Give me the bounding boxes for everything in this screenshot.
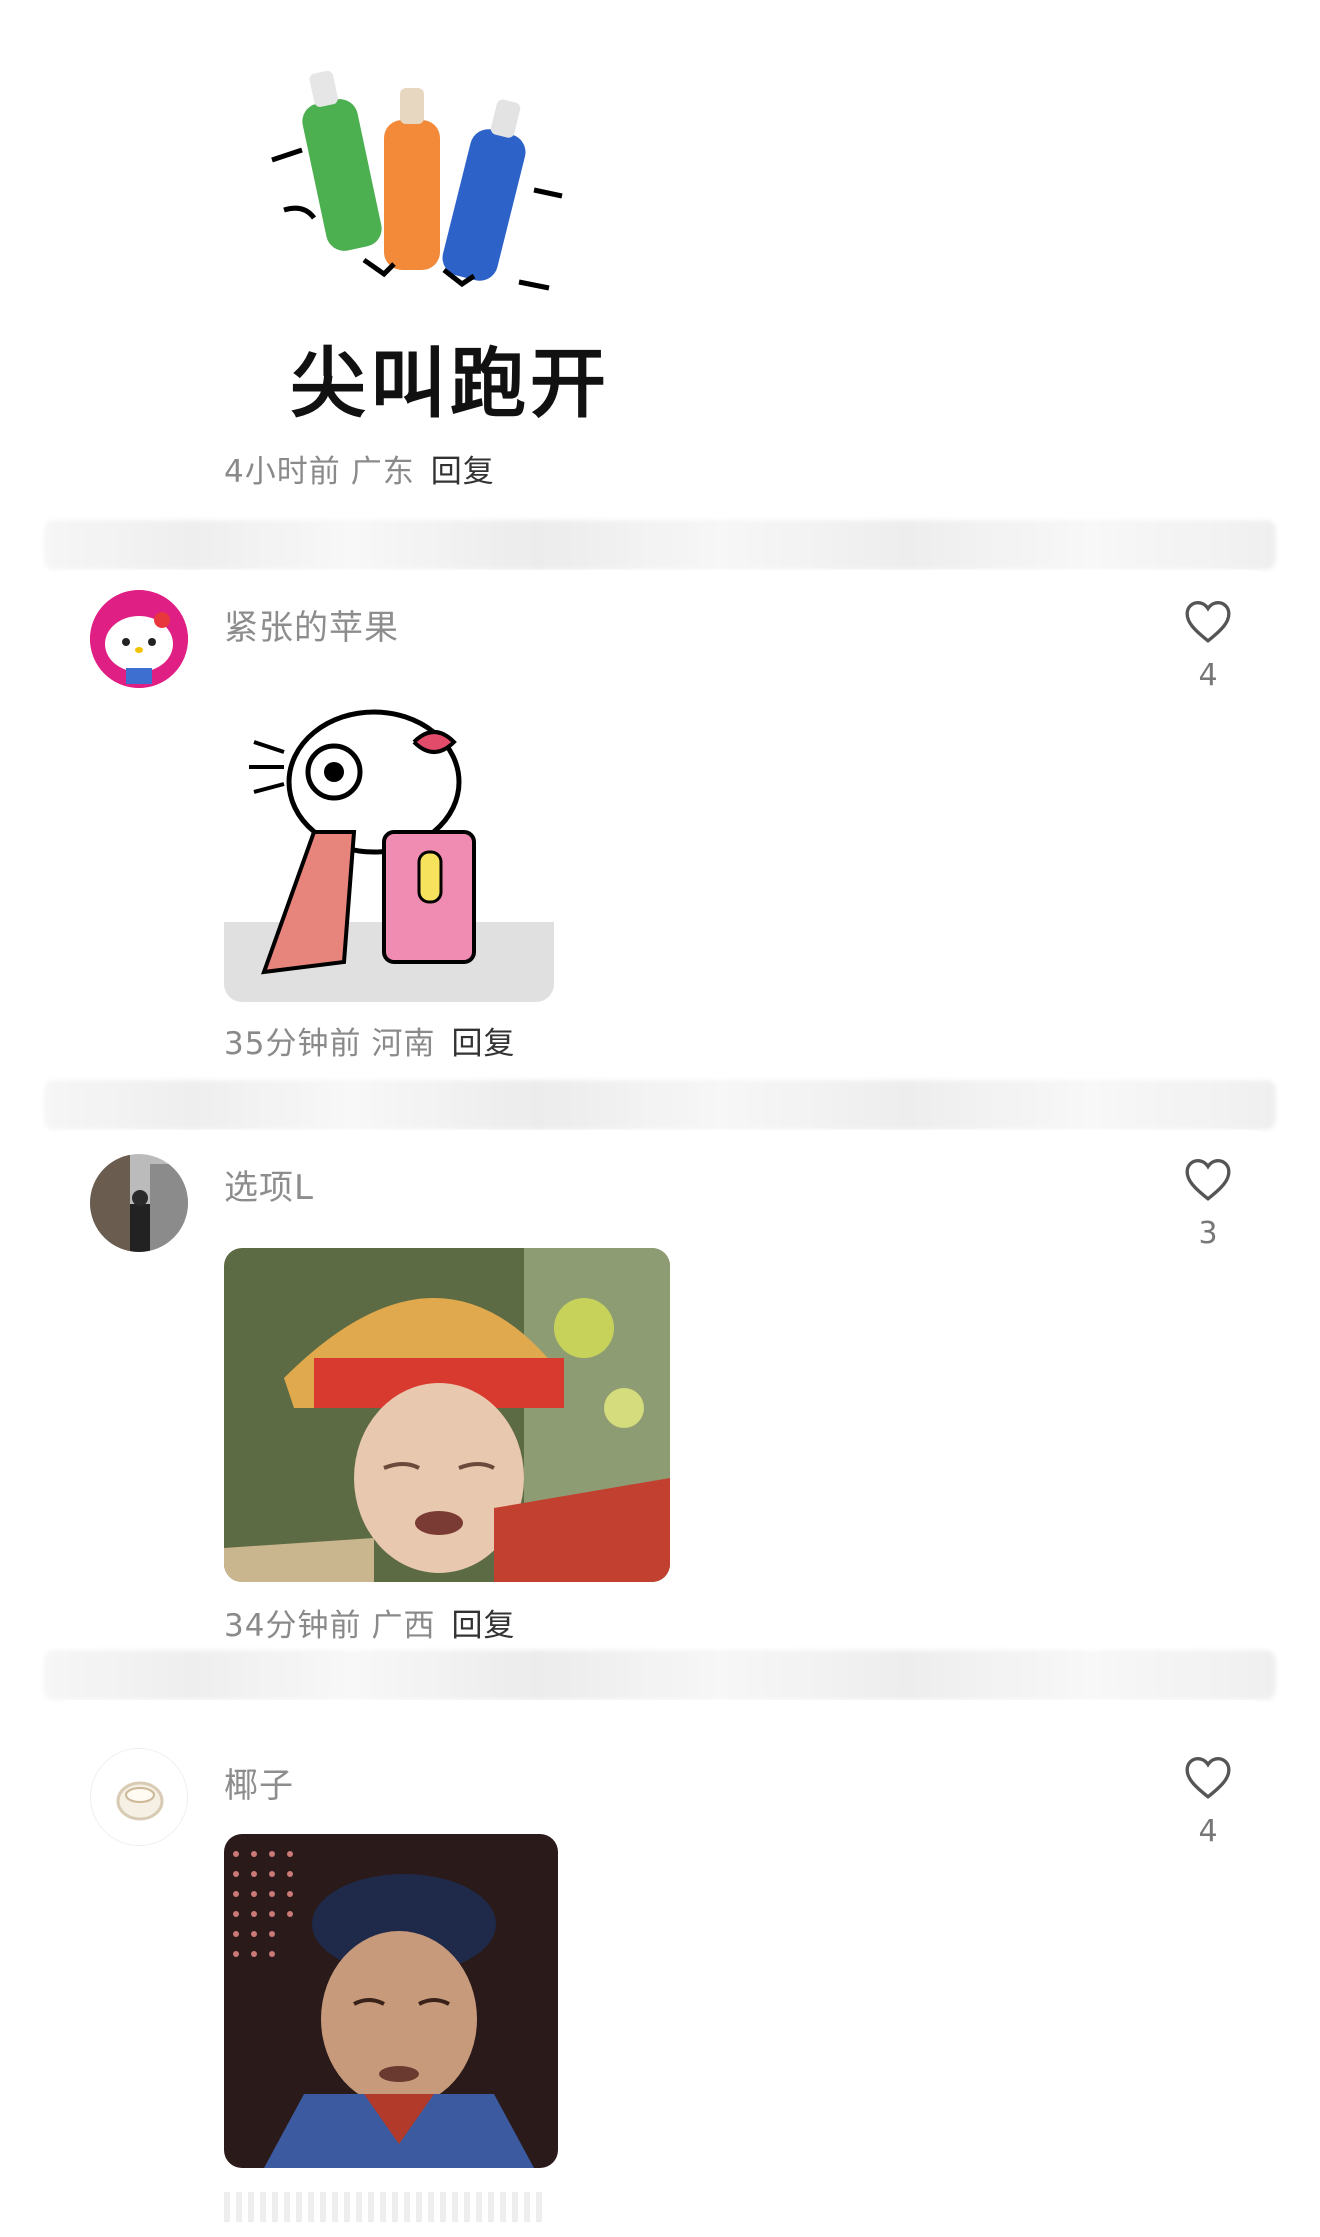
loading-placeholder — [224, 2192, 544, 2222]
comment-location: 广西 — [371, 1608, 436, 1644]
avatar[interactable] — [90, 590, 188, 688]
like-count: 4 — [1198, 1814, 1218, 1849]
comment-meta: 35分钟前 河南 回复 — [224, 1018, 525, 1063]
heart-outline-icon[interactable] — [1183, 1754, 1233, 1800]
comment-time: 34分钟前 — [224, 1608, 362, 1644]
comment-time: 35分钟前 — [224, 1026, 362, 1062]
avatar[interactable] — [90, 1748, 188, 1846]
meme-image[interactable] — [224, 1834, 558, 2168]
comment-card: 选项L 3 34分钟前 广西 回复 — [44, 1130, 1276, 1650]
comment-card: 尖叫跑开 4小时前 广东 回复 — [44, 0, 1276, 520]
reply-button[interactable]: 回复 — [451, 1026, 515, 1062]
like-button[interactable]: 4 — [1164, 598, 1252, 693]
like-count: 4 — [1198, 658, 1218, 693]
bottle-orange — [384, 88, 440, 270]
comment-card: 紧张的苹果 4 35分钟前 河南 回复 — [44, 570, 1276, 1080]
comment-meta: 34分钟前 广西 回复 — [224, 1600, 525, 1645]
avatar[interactable] — [90, 1154, 188, 1252]
comment-time: 4小时前 — [224, 454, 341, 490]
comment-card: 椰子 4 — [44, 1700, 1276, 2237]
like-button[interactable]: 3 — [1164, 1156, 1252, 1251]
username[interactable]: 紧张的苹果 — [224, 600, 399, 649]
heart-outline-icon[interactable] — [1183, 598, 1233, 644]
comment-meta: 4小时前 广东 回复 — [224, 446, 505, 491]
comment-location: 河南 — [371, 1026, 436, 1062]
sticker-caption: 尖叫跑开 — [290, 339, 610, 428]
sticker-image[interactable] — [224, 682, 554, 1002]
like-count: 3 — [1198, 1216, 1218, 1251]
like-button[interactable]: 4 — [1164, 1754, 1252, 1849]
bottle-green — [302, 70, 382, 251]
username[interactable]: 椰子 — [224, 1758, 294, 1807]
bottle-blue — [442, 99, 526, 281]
reply-button[interactable]: 回复 — [451, 1608, 515, 1644]
heart-outline-icon[interactable] — [1183, 1156, 1233, 1202]
reply-button[interactable]: 回复 — [431, 454, 495, 490]
meme-image[interactable] — [224, 1248, 670, 1582]
username[interactable]: 选项L — [224, 1160, 314, 1209]
sticker-bottles-image[interactable] — [244, 60, 584, 300]
divider — [44, 1080, 1276, 1130]
comment-location: 广东 — [350, 454, 415, 490]
divider — [44, 1650, 1276, 1700]
divider — [44, 520, 1276, 570]
